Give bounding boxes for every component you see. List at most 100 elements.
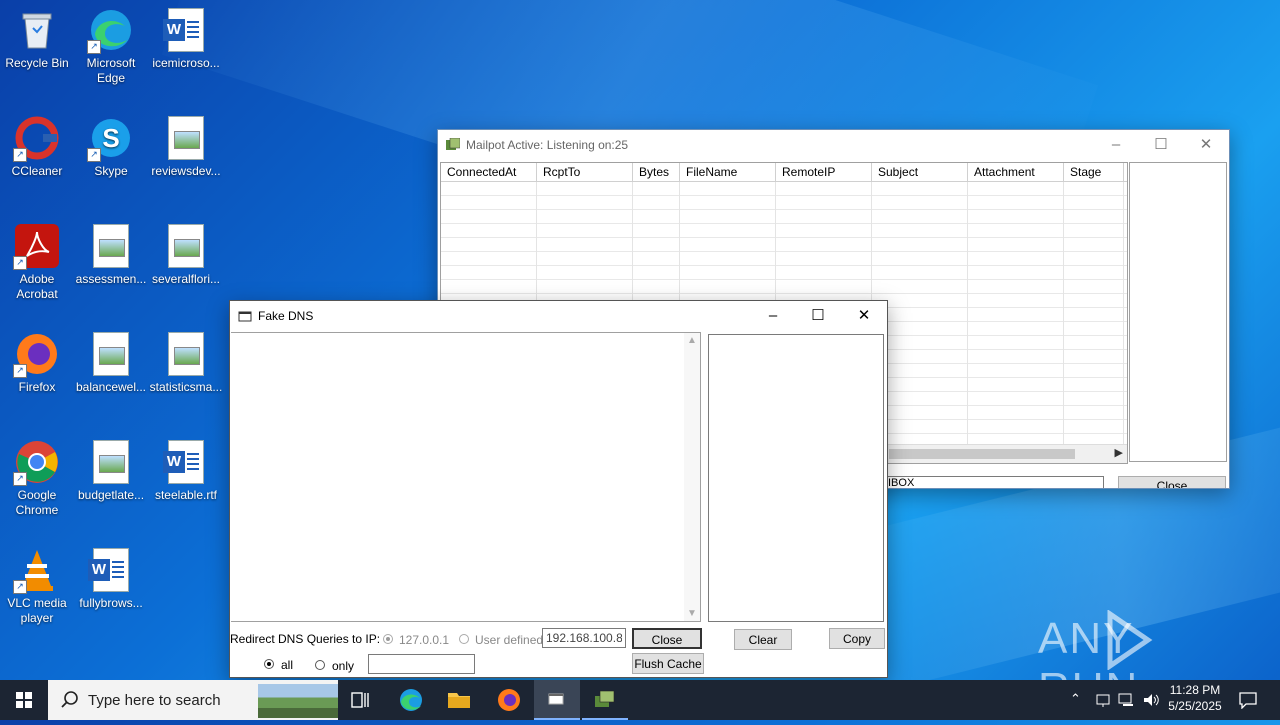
watermark-text: ANY RUN xyxy=(1038,614,1137,680)
taskbar-search-box[interactable]: Type here to search xyxy=(48,680,338,720)
taskbar-clock[interactable]: 11:28 PM 5/25/2025 xyxy=(1162,683,1228,713)
desktop-icon-icemicroso[interactable]: W icemicroso... xyxy=(149,0,223,71)
folder-icon xyxy=(448,693,470,708)
taskbar-edge[interactable] xyxy=(388,680,434,720)
redirect-ip-input[interactable] xyxy=(542,628,626,648)
only-domain-input[interactable] xyxy=(368,654,475,674)
anyrun-watermark: ANY RUN xyxy=(1038,609,1238,680)
shortcut-arrow-icon: ↗ xyxy=(13,472,27,486)
radio-localhost[interactable] xyxy=(383,634,393,644)
network-icon[interactable] xyxy=(1118,692,1136,708)
desktop-icon-reviewsdev[interactable]: reviewsdev... xyxy=(149,108,223,179)
vertical-scrollbar[interactable]: ▲ ▼ xyxy=(684,333,700,621)
desktop-icon-fullybrows[interactable]: W fullybrows... xyxy=(74,540,148,611)
desktop-icon-recycle-bin[interactable]: Recycle Bin xyxy=(0,0,74,71)
radio-localhost-label: 127.0.0.1 xyxy=(399,633,450,647)
desktop-icon-ccleaner[interactable]: ↗ CCleaner xyxy=(0,108,74,179)
scroll-up-icon[interactable]: ▲ xyxy=(687,335,697,346)
redirect-label: Redirect DNS Queries to IP: xyxy=(230,632,381,646)
firefox-icon: ↗ xyxy=(13,332,59,378)
maximize-button[interactable]: ☐ xyxy=(795,301,841,331)
mailpot-side-panel[interactable] xyxy=(1129,162,1227,462)
shortcut-arrow-icon: ↗ xyxy=(87,148,101,162)
radio-user-defined-label: User defined xyxy=(475,633,544,647)
volume-icon[interactable] xyxy=(1142,692,1160,708)
scrollbar-thumb[interactable] xyxy=(889,449,1075,459)
word-document-icon: W xyxy=(163,440,204,484)
column-header[interactable]: RcptTo xyxy=(537,163,633,181)
start-button[interactable] xyxy=(0,680,48,720)
desktop-icon-budgetlate[interactable]: budgetlate... xyxy=(74,432,148,503)
clear-button[interactable]: Clear xyxy=(734,629,792,650)
desktop-icon-adobe-acrobat[interactable]: ↗ Adobe Acrobat xyxy=(0,216,74,302)
network-adapter-icon[interactable] xyxy=(1095,692,1111,708)
desktop-icon-google-chrome[interactable]: ↗ Google Chrome xyxy=(0,432,74,518)
search-highlight-image xyxy=(258,684,338,718)
desktop-icon-assessment[interactable]: assessmen... xyxy=(74,216,148,287)
search-icon xyxy=(61,691,78,708)
word-document-icon: W xyxy=(163,8,204,52)
clock-date: 5/25/2025 xyxy=(1168,699,1222,713)
copy-button[interactable]: Copy xyxy=(829,628,885,649)
desktop-icon-firefox[interactable]: ↗ Firefox xyxy=(0,324,74,395)
column-header[interactable]: Bytes xyxy=(633,163,680,181)
column-header[interactable]: Subject xyxy=(872,163,968,181)
clock-time: 11:28 PM xyxy=(1169,683,1221,697)
radio-user-defined[interactable] xyxy=(459,634,469,644)
windows-logo-icon xyxy=(16,692,32,708)
task-view-button[interactable] xyxy=(338,680,384,720)
acrobat-icon: ↗ xyxy=(13,224,59,270)
fake-dns-titlebar[interactable]: Fake DNS – ☐ ✕ xyxy=(230,301,887,331)
taskbar-fake-dns[interactable] xyxy=(534,680,580,720)
close-button[interactable]: Close xyxy=(632,628,702,649)
column-header[interactable]: FileName xyxy=(680,163,776,181)
fake-dns-app-icon xyxy=(548,693,564,705)
edge-icon xyxy=(400,689,422,711)
taskbar-firefox[interactable] xyxy=(486,680,532,720)
radio-all-label: all xyxy=(281,658,294,672)
desktop-icon-severalflori[interactable]: severalflori... xyxy=(149,216,223,287)
image-file-icon xyxy=(168,224,204,268)
dns-log-textarea[interactable]: ▲ ▼ xyxy=(231,332,701,622)
mailpot-titlebar[interactable]: Mailpot Active: Listening on:25 – ☐ ✕ xyxy=(438,130,1229,160)
fake-dns-app-icon xyxy=(238,311,252,322)
dns-side-list[interactable] xyxy=(708,334,884,622)
desktop-icon-steelable[interactable]: W steelable.rtf xyxy=(149,432,223,503)
radio-only[interactable] xyxy=(315,660,325,670)
radio-all[interactable] xyxy=(264,659,274,669)
shortcut-arrow-icon: ↗ xyxy=(87,40,101,54)
taskbar-file-explorer[interactable] xyxy=(436,680,482,720)
column-header[interactable]: RemoteIP xyxy=(776,163,872,181)
minimize-button[interactable]: – xyxy=(750,301,796,331)
maximize-button[interactable]: ☐ xyxy=(1138,130,1184,160)
mailpot-close-button[interactable]: Close xyxy=(1118,476,1226,488)
skype-icon: S ↗ xyxy=(87,116,133,162)
taskbar: Type here to search ⌃ 11:28 PM 5/25/2025 xyxy=(0,680,1280,720)
notifications-icon[interactable] xyxy=(1238,691,1258,709)
close-window-button[interactable]: ✕ xyxy=(841,301,887,331)
mailpot-path-field[interactable]: IBOX xyxy=(884,476,1104,489)
desktop: Recycle Bin ↗ CCleaner ↗ Adobe Acrobat ↗… xyxy=(0,0,1280,680)
desktop-icon-microsoft-edge[interactable]: ↗ Microsoft Edge xyxy=(74,0,148,86)
scroll-down-icon[interactable]: ▼ xyxy=(687,608,697,619)
desktop-icon-vlc[interactable]: ↗ VLC media player xyxy=(0,540,74,626)
desktop-icon-balancewel[interactable]: balancewel... xyxy=(74,324,148,395)
table-header: ConnectedAt RcptTo Bytes FileName Remote… xyxy=(441,163,1127,182)
taskbar-mailpot[interactable] xyxy=(582,680,628,720)
show-hidden-icons-button[interactable]: ⌃ xyxy=(1070,691,1081,707)
column-header[interactable]: Attachment xyxy=(968,163,1064,181)
minimize-button[interactable]: – xyxy=(1093,130,1139,160)
chrome-icon: ↗ xyxy=(13,440,59,486)
svg-text:S: S xyxy=(102,123,119,153)
desktop-icon-statisticsma[interactable]: statisticsma... xyxy=(149,324,223,395)
column-header[interactable]: ConnectedAt xyxy=(441,163,537,181)
desktop-icon-skype[interactable]: S ↗ Skype xyxy=(74,108,148,179)
task-view-icon xyxy=(351,692,369,708)
flush-cache-button[interactable]: Flush Cache xyxy=(632,653,704,674)
column-header[interactable]: Stage xyxy=(1064,163,1124,181)
fake-dns-window: Fake DNS – ☐ ✕ ▲ ▼ Redirect DNS Queries … xyxy=(229,300,888,678)
close-window-button[interactable]: ✕ xyxy=(1183,130,1229,160)
word-document-icon: W xyxy=(88,548,129,592)
ccleaner-icon: ↗ xyxy=(13,116,59,162)
scroll-right-icon[interactable]: ▶ xyxy=(1115,446,1123,459)
